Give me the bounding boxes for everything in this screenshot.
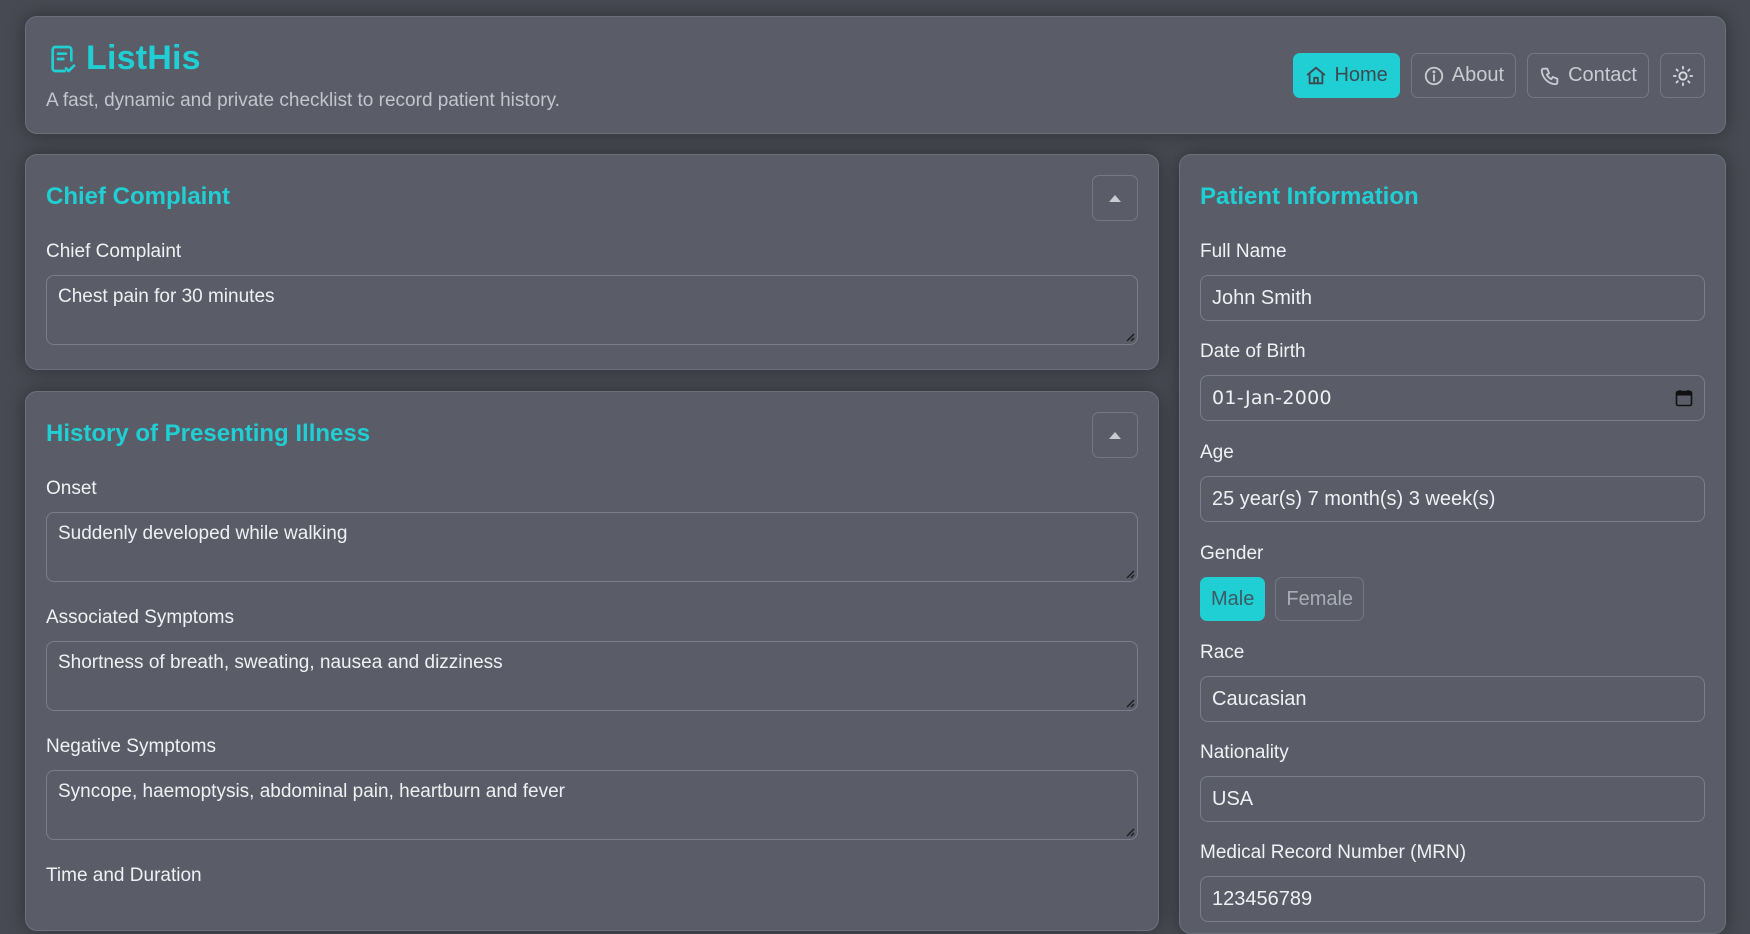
- nav-about-label: About: [1451, 64, 1505, 86]
- age-input[interactable]: 25 year(s) 7 month(s) 3 week(s): [1200, 476, 1705, 522]
- race-value: Caucasian: [1212, 687, 1307, 710]
- patient-info-section: Patient Information Full Name John Smith…: [1179, 154, 1726, 934]
- nationality-input[interactable]: USA: [1200, 776, 1705, 822]
- age-label: Age: [1200, 442, 1234, 463]
- gender-toggle-group: Male Female: [1200, 577, 1365, 621]
- app-tagline: A fast, dynamic and private checklist to…: [46, 90, 560, 111]
- chief-complaint-value: Chest pain for 30 minutes: [58, 286, 275, 307]
- associated-symptoms-label: Associated Symptoms: [46, 607, 234, 628]
- onset-value: Suddenly developed while walking: [58, 523, 348, 544]
- time-duration-label: Time and Duration: [46, 865, 202, 886]
- full-name-value: John Smith: [1212, 286, 1313, 309]
- dob-input[interactable]: 01-Jan-2000: [1200, 375, 1705, 421]
- gender-option-female[interactable]: Female: [1275, 577, 1365, 621]
- caret-up-icon: [1109, 194, 1121, 202]
- full-name-input[interactable]: John Smith: [1200, 275, 1705, 321]
- sun-icon: [1672, 65, 1693, 86]
- resize-grip-icon[interactable]: [1125, 827, 1135, 837]
- dob-value: 01-Jan-2000: [1212, 387, 1332, 409]
- resize-grip-icon[interactable]: [1125, 698, 1135, 708]
- mrn-label: Medical Record Number (MRN): [1200, 842, 1467, 863]
- negative-symptoms-value: Syncope, haemoptysis, abdominal pain, he…: [58, 781, 565, 802]
- onset-label: Onset: [46, 478, 97, 499]
- nationality-label: Nationality: [1200, 742, 1289, 763]
- main-nav: Home About Contact: [1293, 53, 1705, 98]
- app-title: ListHis: [86, 39, 201, 77]
- nav-about-button[interactable]: About: [1410, 53, 1517, 98]
- associated-symptoms-textarea[interactable]: Shortness of breath, sweating, nausea an…: [46, 641, 1138, 711]
- resize-grip-icon[interactable]: [1125, 332, 1135, 342]
- theme-toggle-button[interactable]: [1660, 53, 1705, 98]
- age-value: 25 year(s) 7 month(s) 3 week(s): [1212, 487, 1496, 510]
- chief-complaint-title: Chief Complaint: [46, 183, 230, 210]
- nav-contact-label: Contact: [1568, 64, 1637, 86]
- home-icon: [1307, 66, 1326, 84]
- onset-textarea[interactable]: Suddenly developed while walking: [46, 512, 1138, 582]
- mrn-value: 123456789: [1212, 887, 1313, 910]
- negative-symptoms-label: Negative Symptoms: [46, 736, 217, 757]
- gender-option-male[interactable]: Male: [1200, 577, 1266, 621]
- app-header: ListHis A fast, dynamic and private chec…: [25, 16, 1726, 134]
- gender-label: Gender: [1200, 543, 1264, 564]
- mrn-input[interactable]: 123456789: [1200, 876, 1705, 922]
- chief-complaint-section: Chief Complaint Chief Complaint Chest pa…: [25, 154, 1159, 370]
- chief-complaint-textarea[interactable]: Chest pain for 30 minutes: [46, 275, 1138, 345]
- hpi-section: History of Presenting Illness Onset Sudd…: [25, 391, 1159, 931]
- race-input[interactable]: Caucasian: [1200, 676, 1705, 722]
- hpi-title: History of Presenting Illness: [46, 420, 371, 447]
- dob-label: Date of Birth: [1200, 341, 1306, 362]
- nationality-value: USA: [1212, 787, 1254, 810]
- nav-contact-button[interactable]: Contact: [1527, 53, 1649, 98]
- resize-grip-icon[interactable]: [1125, 569, 1135, 579]
- chief-complaint-collapse-button[interactable]: [1092, 175, 1138, 221]
- brand[interactable]: ListHis: [46, 39, 201, 78]
- nav-home-button[interactable]: Home: [1293, 53, 1400, 98]
- patient-info-title: Patient Information: [1200, 183, 1419, 210]
- phone-icon: [1540, 67, 1559, 85]
- hpi-collapse-button[interactable]: [1092, 412, 1138, 458]
- calendar-icon[interactable]: [1675, 389, 1693, 407]
- clipboard-check-icon: [51, 45, 76, 72]
- caret-up-icon: [1109, 431, 1121, 439]
- nav-home-label: Home: [1334, 64, 1388, 86]
- associated-symptoms-value: Shortness of breath, sweating, nausea an…: [58, 652, 503, 673]
- race-label: Race: [1200, 642, 1245, 663]
- chief-complaint-label: Chief Complaint: [46, 241, 182, 262]
- negative-symptoms-textarea[interactable]: Syncope, haemoptysis, abdominal pain, he…: [46, 770, 1138, 840]
- full-name-label: Full Name: [1200, 241, 1287, 262]
- info-icon: [1424, 66, 1443, 85]
